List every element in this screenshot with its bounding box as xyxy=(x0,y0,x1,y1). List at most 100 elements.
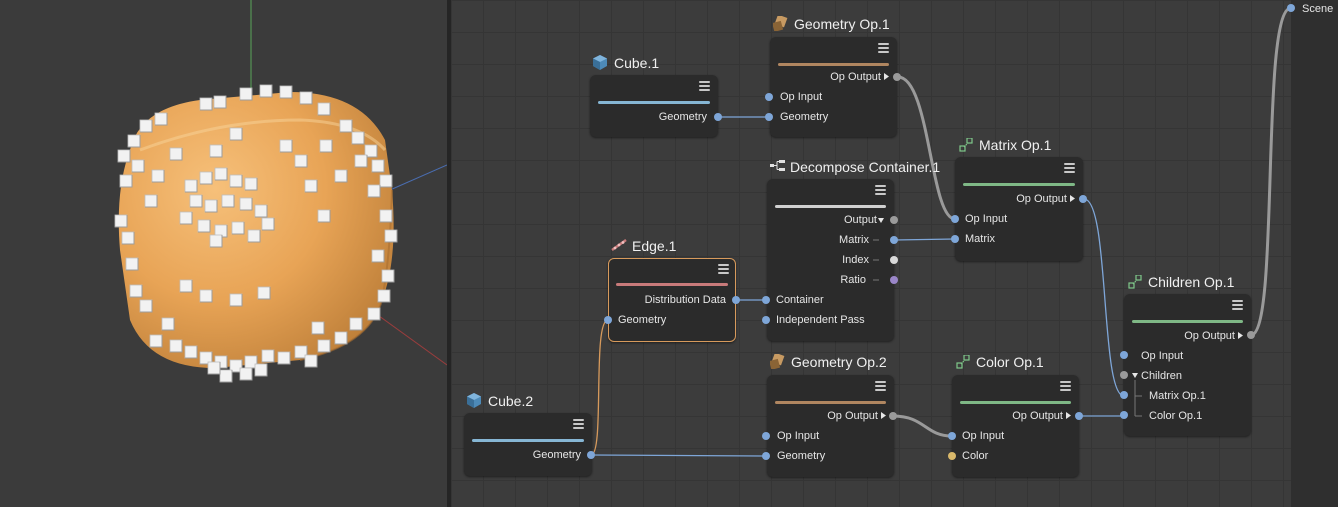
cube2-node[interactable]: Geometry xyxy=(464,413,592,476)
geomop1-node[interactable]: Op Output Op Input Geometry xyxy=(770,37,897,137)
op-input-label: Op Input xyxy=(780,91,823,103)
geomop1-geometry-input-port[interactable] xyxy=(765,113,773,121)
edge-geometry-input-port[interactable] xyxy=(604,316,612,324)
childrenop-op-input-port[interactable] xyxy=(1120,351,1128,359)
menu-icon[interactable] xyxy=(1232,300,1243,311)
geometry-op-icon xyxy=(770,354,785,369)
cube-icon xyxy=(593,55,607,70)
node-color-bar xyxy=(963,183,1075,186)
childrenop-op-output-port[interactable] xyxy=(1247,331,1255,339)
expand-arrow-icon[interactable] xyxy=(1132,373,1138,378)
matrixop-op-input-port[interactable] xyxy=(951,215,959,223)
childrenop-children-port[interactable] xyxy=(1120,371,1128,379)
node-color-bar xyxy=(778,63,889,66)
childrenop-matrix-op-port[interactable] xyxy=(1120,391,1128,399)
node-color-bar xyxy=(616,283,728,286)
matrixop-title: Matrix Op.1 xyxy=(979,137,1052,153)
cube1-title: Cube.1 xyxy=(614,55,660,71)
output-label: Output xyxy=(843,214,877,226)
colorop-node[interactable]: Op Output Op Input Color xyxy=(952,375,1079,477)
op-input-label: Op Input xyxy=(962,430,1005,442)
matrixop-op-output-port[interactable] xyxy=(1079,195,1087,203)
op-output-label: Op Output xyxy=(830,71,881,83)
geomop1-op-output-port[interactable] xyxy=(893,73,901,81)
op-input-label: Op Input xyxy=(1141,350,1184,362)
geomop2-geometry-input-port[interactable] xyxy=(762,452,770,460)
children-op-icon xyxy=(1128,275,1142,289)
3d-viewport[interactable] xyxy=(0,0,447,507)
geomop2-op-output-port[interactable] xyxy=(889,412,897,420)
index-output-label: Index xyxy=(842,254,869,266)
decompose-icon xyxy=(770,160,785,171)
matrixop-matrix-input-port[interactable] xyxy=(951,235,959,243)
output-arrow-icon xyxy=(1070,195,1075,202)
decompose-ratio-output-port[interactable] xyxy=(890,276,898,284)
edge-icon xyxy=(611,239,627,251)
cube-icon xyxy=(467,393,481,408)
menu-icon[interactable] xyxy=(875,185,886,196)
op-input-label: Op Input xyxy=(777,430,820,442)
node-color-bar xyxy=(775,401,886,404)
output-arrow-icon xyxy=(1238,332,1243,339)
cube1-node[interactable]: Geometry xyxy=(590,75,718,137)
cube2-geometry-output-port[interactable] xyxy=(587,451,595,459)
dropdown-arrow-icon[interactable] xyxy=(878,218,884,223)
node-color-bar xyxy=(1132,320,1243,323)
geomop2-op-input-port[interactable] xyxy=(762,432,770,440)
edge-title: Edge.1 xyxy=(632,238,677,254)
geometry-input-label: Geometry xyxy=(777,450,826,462)
matrix-op-icon xyxy=(959,138,973,152)
scene-port[interactable] xyxy=(1287,4,1295,12)
colorop-op-input-port[interactable] xyxy=(948,432,956,440)
op-input-label: Op Input xyxy=(965,213,1008,225)
node-color-bar xyxy=(775,205,886,208)
x-axis-line xyxy=(389,164,447,191)
edge-node[interactable]: Distribution Data Geometry xyxy=(608,258,736,342)
geometry-input-label: Geometry xyxy=(780,111,829,123)
node-color-bar xyxy=(598,101,710,104)
geomop1-op-input-port[interactable] xyxy=(765,93,773,101)
tree-connectors xyxy=(873,239,879,281)
decompose-independent-pass-port[interactable] xyxy=(762,316,770,324)
decompose-container-input-port[interactable] xyxy=(762,296,770,304)
decompose-node[interactable]: Output Matrix Index Ratio Container Inde… xyxy=(767,179,894,341)
decompose-index-output-port[interactable] xyxy=(890,256,898,264)
matrixop-node[interactable]: Op Output Op Input Matrix xyxy=(955,157,1083,261)
menu-icon[interactable] xyxy=(878,43,889,54)
geometry-op-icon xyxy=(773,16,788,31)
menu-icon[interactable] xyxy=(699,81,710,92)
menu-icon[interactable] xyxy=(1060,381,1071,392)
edge-distribution-data-port[interactable] xyxy=(732,296,740,304)
op-output-label: Op Output xyxy=(827,410,878,422)
matrix-output-label: Matrix xyxy=(839,234,869,246)
node-color-bar xyxy=(472,439,584,442)
geometry-output-label: Geometry xyxy=(532,449,581,461)
menu-icon[interactable] xyxy=(718,264,729,275)
scene-panel xyxy=(1291,0,1338,507)
cube2-title: Cube.2 xyxy=(488,393,534,409)
children-label: Children xyxy=(1141,370,1182,382)
cube1-geometry-output-port[interactable] xyxy=(714,113,722,121)
geomop2-node[interactable]: Op Output Op Input Geometry xyxy=(767,375,894,477)
colorop-op-output-port[interactable] xyxy=(1075,412,1083,420)
childrenop-node[interactable]: Op Output Op Input Children Matrix Op.1 … xyxy=(1124,294,1251,436)
decompose-output-port[interactable] xyxy=(890,216,898,224)
op-output-label: Op Output xyxy=(1016,193,1067,205)
childrenop-title: Children Op.1 xyxy=(1148,274,1235,290)
op-output-label: Op Output xyxy=(1012,410,1063,422)
colorop-color-input-port[interactable] xyxy=(948,452,956,460)
color-op-child-label: Color Op.1 xyxy=(1149,410,1203,422)
menu-icon[interactable] xyxy=(1064,163,1075,174)
distribution-data-label: Distribution Data xyxy=(644,294,726,306)
childrenop-color-op-port[interactable] xyxy=(1120,411,1128,419)
geomop2-title: Geometry Op.2 xyxy=(791,354,887,370)
ratio-output-label: Ratio xyxy=(840,274,866,286)
decompose-matrix-output-port[interactable] xyxy=(890,236,898,244)
menu-icon[interactable] xyxy=(875,381,886,392)
node-color-bar xyxy=(960,401,1071,404)
matrix-op-child-label: Matrix Op.1 xyxy=(1149,390,1206,402)
output-arrow-icon xyxy=(881,412,886,419)
output-arrow-icon xyxy=(884,73,889,80)
viewport-render xyxy=(114,0,447,383)
menu-icon[interactable] xyxy=(573,419,584,430)
